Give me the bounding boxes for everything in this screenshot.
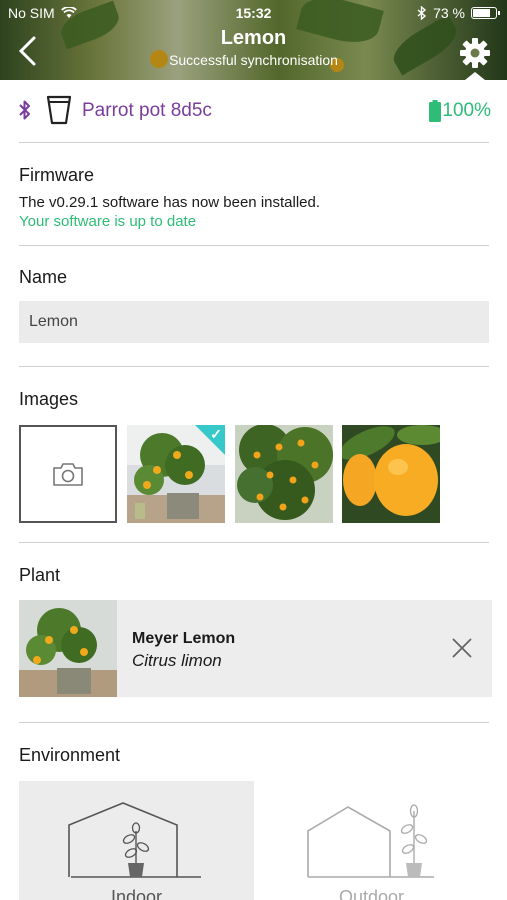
plant-common-name: Meyer Lemon [132,630,236,647]
divider [19,366,489,367]
meyer-lemon-photo [19,600,117,697]
battery-icon [471,7,500,19]
divider [19,542,489,543]
device-name: Parrot pot 8d5c [82,100,212,121]
photo-thumbnail[interactable] [342,425,440,523]
checkmark-icon: ✓ [210,426,222,442]
firmware-status: Your software is up to date [19,213,197,230]
settings-pointer [465,72,485,80]
remove-plant-close-icon[interactable] [452,638,472,658]
plant-selection-row[interactable]: Meyer Lemon Citrus limon [19,600,492,697]
device-battery-level: 100% [442,100,491,121]
environment-option-indoor[interactable]: Indoor [19,781,254,900]
add-photo-button[interactable] [19,425,117,523]
divider [19,245,489,246]
sync-status: Successful synchronisation [169,52,338,68]
status-bar: No SIM 15:32 73 % [0,5,507,23]
outdoor-house-plant-icon [307,804,434,878]
flower-pot-icon [46,95,72,125]
photo-thumbnail[interactable] [235,425,333,523]
name-heading: Name [19,267,68,287]
settings-gear-icon[interactable] [459,37,491,69]
divider [19,142,489,143]
divider [19,722,489,723]
battery-percent-label: 73 % [433,5,465,21]
environment-outdoor-label: Outdoor [338,887,405,900]
firmware-message: The v0.29.1 software has now been instal… [19,194,321,211]
orange-tree-photo [235,425,333,523]
page-title: Lemon [220,27,287,49]
bluetooth-icon [19,100,30,120]
firmware-heading: Firmware [19,165,94,185]
camera-icon [53,463,83,486]
bluetooth-status-icon [417,6,427,20]
environment-indoor-label: Indoor [110,887,163,900]
plant-thumbnail [19,600,117,697]
indoor-house-plant-icon [68,802,201,878]
header: No SIM 15:32 73 % Lemon Successful synch… [0,0,507,80]
environment-option-outdoor[interactable]: Outdoor [254,781,489,900]
environment-heading: Environment [19,745,121,765]
device-row[interactable]: Parrot pot 8d5c 100% [0,80,507,142]
lemons-closeup-photo [342,425,440,523]
images-heading: Images [19,389,79,409]
battery-full-icon [429,100,441,122]
plant-name-input[interactable] [19,301,489,343]
plant-heading: Plant [19,565,61,585]
plant-latin-name: Citrus limon [132,651,222,670]
photo-thumbnail-selected[interactable]: ✓ [127,425,225,523]
